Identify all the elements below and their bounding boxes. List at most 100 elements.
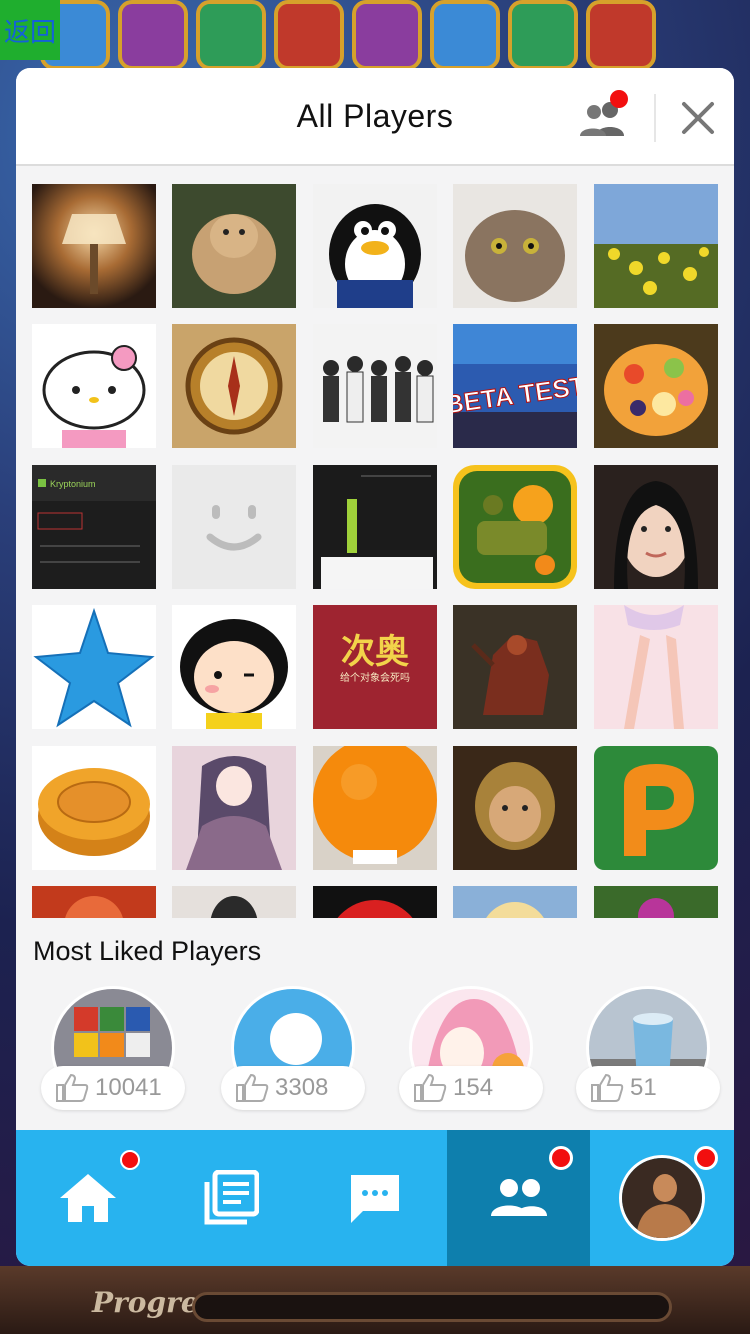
friends-button[interactable] (576, 90, 632, 140)
game-tile (430, 0, 500, 70)
player-avatar[interactable]: 次奥 给个对象会死吗 (313, 605, 437, 729)
player-avatar[interactable] (172, 184, 296, 308)
like-counter: 154 (399, 1066, 543, 1110)
notification-dot (549, 1146, 573, 1170)
player-avatar[interactable] (313, 184, 437, 308)
player-avatar[interactable] (594, 465, 718, 589)
player-avatar[interactable] (313, 746, 437, 870)
player-avatar[interactable] (453, 886, 577, 918)
notification-dot (120, 1150, 140, 1170)
like-count: 154 (453, 1074, 494, 1101)
bottom-tab-bar (16, 1130, 734, 1266)
lamp-photo-icon (32, 184, 156, 308)
calligraphy-subtext: 给个对象会死吗 (340, 671, 410, 684)
profile-avatar (618, 1155, 705, 1241)
most-liked-player[interactable]: 51 (576, 986, 720, 1110)
fruit-photo-icon (594, 324, 718, 448)
compass-photo-icon (172, 324, 296, 448)
player-avatar[interactable] (453, 184, 577, 308)
player-avatar[interactable] (32, 324, 156, 448)
game-tile (508, 0, 578, 70)
girl-portrait-icon (594, 465, 718, 589)
player-avatar[interactable] (594, 886, 718, 918)
player-avatar[interactable]: BETA TEST (453, 324, 577, 448)
game-tile (118, 0, 188, 70)
thumbs-up-icon (591, 1073, 624, 1102)
blue-star-icon (32, 605, 156, 729)
most-liked-player[interactable]: 10041 (41, 986, 185, 1110)
game-tile (274, 0, 344, 70)
player-avatar[interactable] (172, 886, 296, 918)
news-icon (204, 1170, 259, 1225)
like-counter: 3308 (221, 1066, 365, 1110)
player-avatar[interactable] (172, 324, 296, 448)
player-avatar[interactable] (32, 886, 156, 918)
green-p-logo-icon (594, 746, 718, 870)
red-calligraphy-icon: 次奥 给个对象会死吗 (313, 605, 437, 729)
most-liked-title: Most Liked Players (33, 936, 262, 966)
player-avatar[interactable] (313, 324, 437, 448)
close-button[interactable] (678, 98, 718, 138)
cartoon-girl-icon (172, 605, 296, 729)
penguin-avatar-icon (313, 184, 437, 308)
like-count: 51 (630, 1074, 657, 1101)
game-tile (196, 0, 266, 70)
player-avatar[interactable] (172, 605, 296, 729)
player-avatar[interactable] (453, 605, 577, 729)
like-count: 3308 (275, 1074, 329, 1101)
player-avatar[interactable] (594, 605, 718, 729)
player-avatar[interactable] (172, 746, 296, 870)
player-avatar[interactable] (594, 746, 718, 870)
players-panel: All Players BETA TEST Kryptonium 次奥 给个对象… (16, 68, 734, 1266)
close-icon (682, 102, 714, 134)
thumbs-up-icon (236, 1073, 269, 1102)
like-count: 10041 (95, 1074, 162, 1101)
warhorse-art-icon (453, 605, 577, 729)
calligraphy-text: 次奥 (341, 632, 409, 672)
players-grid: BETA TEST Kryptonium 次奥 给个对象会死吗 (32, 184, 722, 918)
most-liked-player[interactable]: 154 (399, 986, 543, 1110)
player-avatar[interactable] (172, 465, 296, 589)
cat-photo-icon (453, 184, 577, 308)
thumbs-up-icon (56, 1073, 89, 1102)
tab-players[interactable] (447, 1130, 590, 1266)
tab-home[interactable] (16, 1130, 159, 1266)
flower-partial-icon (594, 886, 718, 918)
thumbs-up-icon (414, 1073, 447, 1102)
pink-legs-art-icon (594, 605, 718, 729)
screenshot-dark-icon: Kryptonium (32, 465, 156, 589)
player-avatar[interactable]: Kryptonium (32, 465, 156, 589)
player-avatar[interactable] (32, 746, 156, 870)
player-avatar[interactable] (32, 184, 156, 308)
player-avatar[interactable] (313, 886, 437, 918)
tab-chat[interactable] (303, 1130, 446, 1266)
hello-kitty-avatar-icon (32, 324, 156, 448)
like-counter: 10041 (41, 1066, 185, 1110)
back-button[interactable]: 返回 (0, 0, 60, 60)
man-partial-icon (172, 886, 296, 918)
lioness-photo-icon (172, 184, 296, 308)
flowers-photo-icon (594, 184, 718, 308)
player-avatar[interactable] (453, 465, 577, 589)
player-avatar[interactable] (32, 605, 156, 729)
profile-avatar-icon (621, 1158, 702, 1238)
tab-news[interactable] (159, 1130, 302, 1266)
player-avatar[interactable] (313, 465, 437, 589)
most-liked-player[interactable]: 3308 (221, 986, 365, 1110)
player-avatar[interactable] (453, 746, 577, 870)
game-tile (586, 0, 656, 70)
like-counter: 51 (576, 1066, 720, 1110)
red-circle-partial-icon (313, 886, 437, 918)
game-background-tiles (0, 0, 750, 70)
notification-dot (694, 1146, 718, 1170)
anime-blonde-partial-icon (453, 886, 577, 918)
cannon-game-icon (453, 465, 577, 589)
panel-header: All Players (16, 68, 734, 166)
orange-photo-icon (313, 746, 437, 870)
default-smiley-avatar-icon (172, 465, 296, 589)
beta-test-banner-icon: BETA TEST (453, 324, 577, 448)
player-avatar[interactable] (594, 324, 718, 448)
tab-profile[interactable] (590, 1130, 733, 1266)
player-avatar[interactable] (594, 184, 718, 308)
home-icon (59, 1174, 116, 1222)
